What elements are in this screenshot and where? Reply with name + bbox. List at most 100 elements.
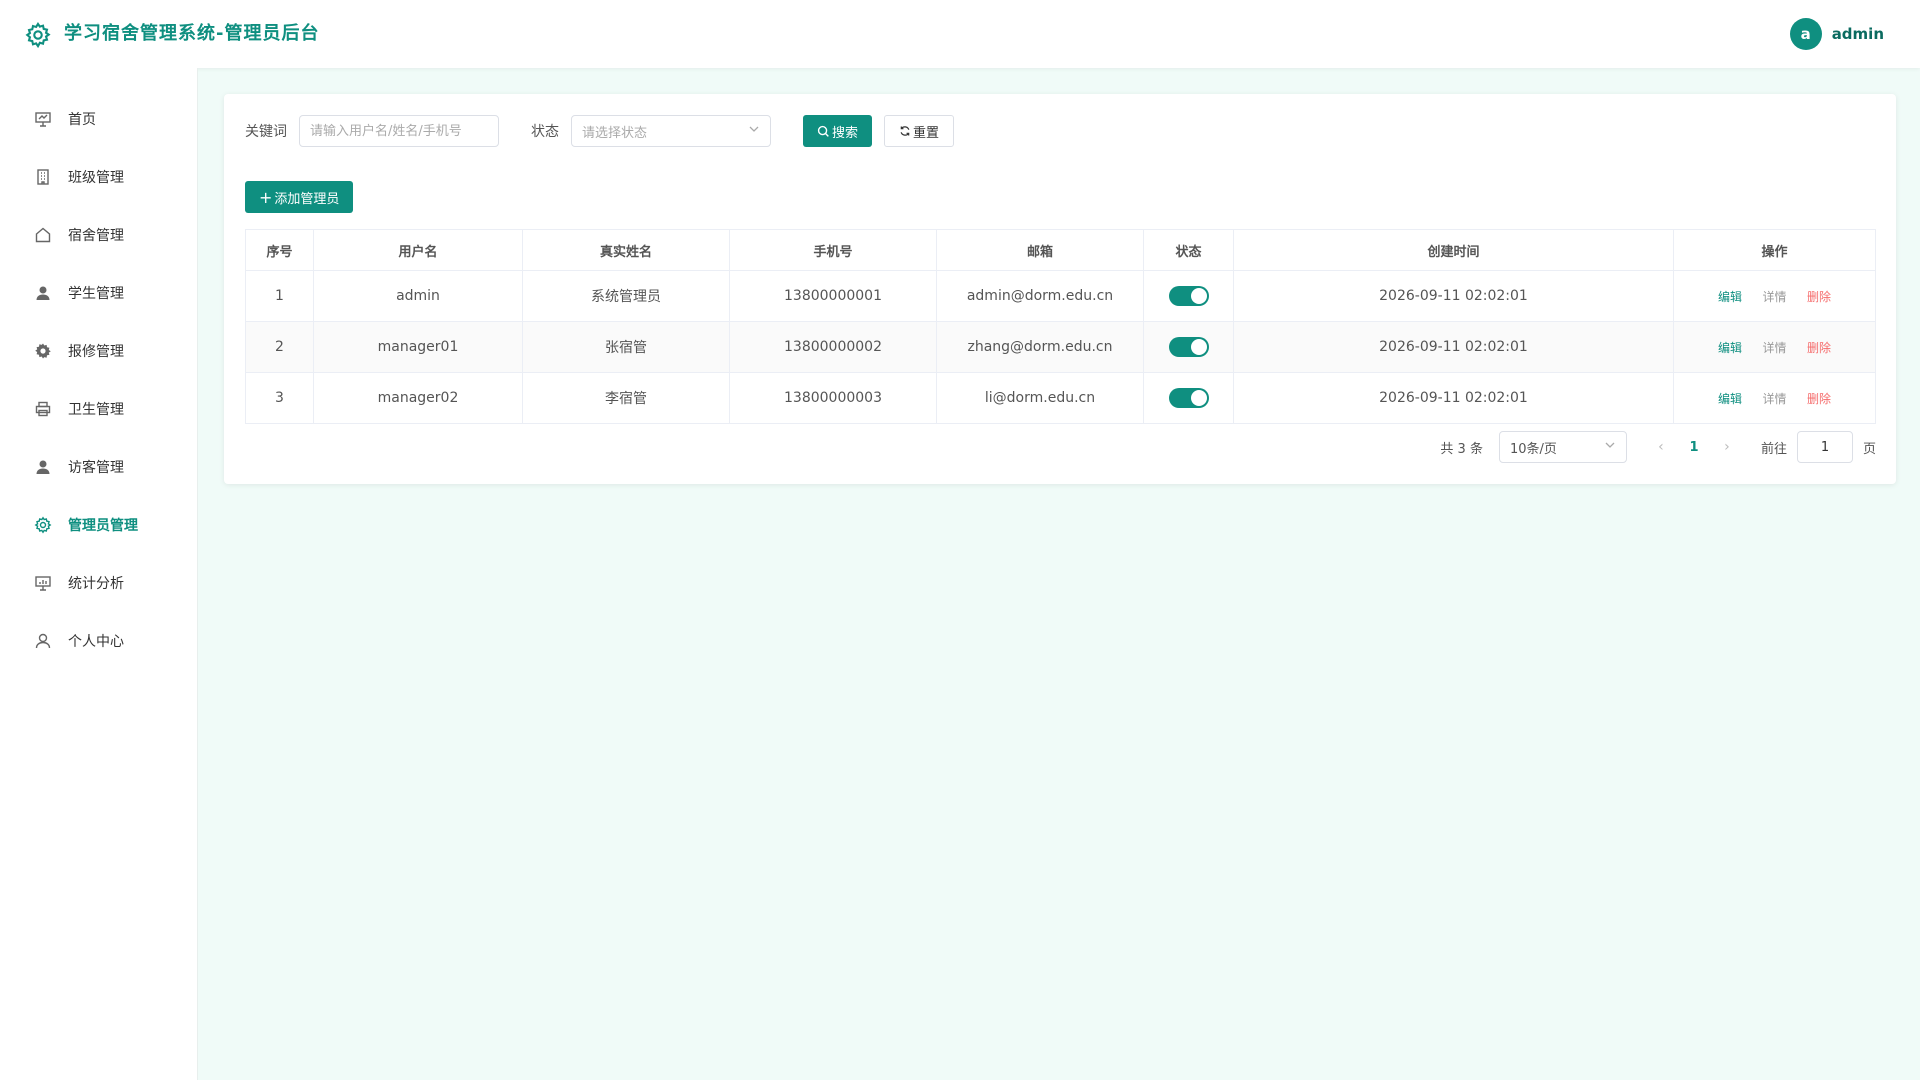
page-size-select[interactable]: 10条/页	[1498, 431, 1627, 463]
sidebar-item-stats[interactable]: 统计分析	[0, 554, 197, 612]
sidebar-item-profile[interactable]: 个人中心	[0, 612, 197, 670]
cell-email: li@dorm.edu.cn	[936, 372, 1144, 424]
status-toggle[interactable]	[1168, 337, 1209, 357]
gear-icon	[34, 342, 52, 360]
detail-link[interactable]: 详情	[1762, 290, 1786, 304]
cell-phone: 13800000002	[729, 321, 937, 373]
add-admin-button-label: 添加管理员	[274, 191, 340, 207]
pagination: 共 3 条 10条/页 ‹ 1 › 前往 页	[1440, 431, 1876, 463]
status-select[interactable]: 请选择状态	[571, 115, 771, 147]
sidebar-item-class[interactable]: 班级管理	[0, 148, 197, 206]
cell-realname: 系统管理员	[522, 270, 730, 322]
sidebar-item-repair[interactable]: 报修管理	[0, 322, 197, 380]
chart-icon	[34, 574, 52, 592]
cell-status	[1143, 270, 1234, 322]
username[interactable]: admin	[1832, 25, 1884, 43]
cell-email: admin@dorm.edu.cn	[936, 270, 1144, 322]
admin-list-card: 关键词 状态 请选择状态 搜索 重置 + 添加管理员 序号 用户名 真实姓名	[224, 94, 1896, 484]
column-header: 真实姓名	[522, 229, 730, 271]
sidebar-item-hygiene[interactable]: 卫生管理	[0, 380, 197, 438]
cell-actions: 编辑 详情 删除	[1673, 270, 1876, 322]
search-icon	[817, 125, 830, 138]
search-button-label: 搜索	[832, 125, 859, 141]
add-admin-button[interactable]: + 添加管理员	[245, 181, 354, 213]
detail-link[interactable]: 详情	[1762, 392, 1786, 406]
user-icon	[34, 284, 52, 302]
edit-link[interactable]: 编辑	[1718, 392, 1742, 406]
total-count: 共 3 条	[1440, 441, 1483, 457]
detail-link[interactable]: 详情	[1762, 341, 1786, 355]
table-row: 3 manager02 李宿管 13800000003 li@dorm.edu.…	[245, 372, 1876, 424]
status-toggle[interactable]	[1168, 286, 1209, 306]
person-icon	[34, 632, 52, 650]
sidebar-item-label: 个人中心	[68, 634, 124, 650]
chevron-down-icon	[748, 123, 760, 139]
table-row: 1 admin 系统管理员 13800000001 admin@dorm.edu…	[245, 270, 1876, 322]
goto-page-input[interactable]	[1796, 431, 1853, 463]
cell-actions: 编辑 详情 删除	[1673, 372, 1876, 424]
filter-bar: 关键词 状态 请选择状态 搜索 重置	[245, 115, 955, 147]
status-toggle[interactable]	[1168, 388, 1209, 408]
cell-created: 2026-09-11 02:02:01	[1233, 321, 1674, 373]
sidebar-item-label: 管理员管理	[68, 518, 138, 534]
edit-link[interactable]: 编辑	[1718, 341, 1742, 355]
cell-username: manager02	[313, 372, 523, 424]
status-select-placeholder: 请选择状态	[582, 125, 648, 141]
sidebar-item-dorm[interactable]: 宿舍管理	[0, 206, 197, 264]
avatar[interactable]: a	[1789, 18, 1822, 50]
delete-link[interactable]: 删除	[1807, 290, 1831, 304]
cell-status	[1143, 372, 1234, 424]
search-button[interactable]: 搜索	[803, 115, 873, 147]
plus-icon: +	[259, 187, 273, 207]
sidebar-item-admin[interactable]: 管理员管理	[0, 496, 197, 554]
cell-status	[1143, 321, 1234, 373]
cell-realname: 张宿管	[522, 321, 730, 373]
user-icon	[34, 458, 52, 476]
status-label: 状态	[531, 124, 559, 140]
sidebar-item-visitor[interactable]: 访客管理	[0, 438, 197, 496]
prev-page-icon[interactable]: ‹	[1651, 439, 1671, 455]
sidebar: 首页 班级管理 宿舍管理 学生管理 报修管理 卫生管理 访客管理 管理员管理 统…	[0, 68, 198, 1080]
reset-button[interactable]: 重置	[884, 115, 955, 147]
sidebar-item-label: 报修管理	[68, 344, 124, 360]
keyword-label: 关键词	[245, 124, 287, 140]
sidebar-item-label: 卫生管理	[68, 402, 124, 418]
column-header: 手机号	[729, 229, 937, 271]
sidebar-item-label: 学生管理	[68, 286, 124, 302]
column-header: 操作	[1673, 229, 1876, 271]
reset-button-label: 重置	[913, 125, 940, 141]
cell-username: admin	[313, 270, 523, 322]
delete-link[interactable]: 删除	[1807, 392, 1831, 406]
next-page-icon[interactable]: ›	[1717, 439, 1737, 455]
column-header: 创建时间	[1233, 229, 1674, 271]
building-icon	[34, 168, 52, 186]
cell-phone: 13800000003	[729, 372, 937, 424]
column-header: 状态	[1143, 229, 1234, 271]
sidebar-item-home[interactable]: 首页	[0, 90, 197, 148]
sidebar-item-label: 首页	[68, 112, 96, 128]
gear-logo-icon	[24, 21, 52, 49]
edit-link[interactable]: 编辑	[1718, 290, 1742, 304]
keyword-input[interactable]	[299, 115, 499, 147]
cell-realname: 李宿管	[522, 372, 730, 424]
sidebar-item-student[interactable]: 学生管理	[0, 264, 197, 322]
cell-index: 2	[245, 321, 314, 373]
goto-label: 前往	[1760, 441, 1787, 457]
app-title: 学习宿舍管理系统-管理员后台	[64, 23, 320, 44]
page-number-current[interactable]: 1	[1679, 440, 1709, 455]
table-header-row: 序号 用户名 真实姓名 手机号 邮箱 状态 创建时间 操作	[245, 229, 1876, 271]
sidebar-item-label: 宿舍管理	[68, 228, 124, 244]
settings-icon	[34, 516, 52, 534]
page-size-value: 10条/页	[1509, 441, 1557, 457]
sidebar-item-label: 统计分析	[68, 576, 124, 592]
cell-phone: 13800000001	[729, 270, 937, 322]
delete-link[interactable]: 删除	[1807, 341, 1831, 355]
chevron-down-icon	[1604, 439, 1616, 455]
page-suffix: 页	[1862, 441, 1876, 457]
cell-email: zhang@dorm.edu.cn	[936, 321, 1144, 373]
table-row: 2 manager01 张宿管 13800000002 zhang@dorm.e…	[245, 321, 1876, 373]
printer-icon	[34, 400, 52, 418]
cell-created: 2026-09-11 02:02:01	[1233, 372, 1674, 424]
user-menu[interactable]: a admin	[1789, 18, 1884, 50]
cell-username: manager01	[313, 321, 523, 373]
